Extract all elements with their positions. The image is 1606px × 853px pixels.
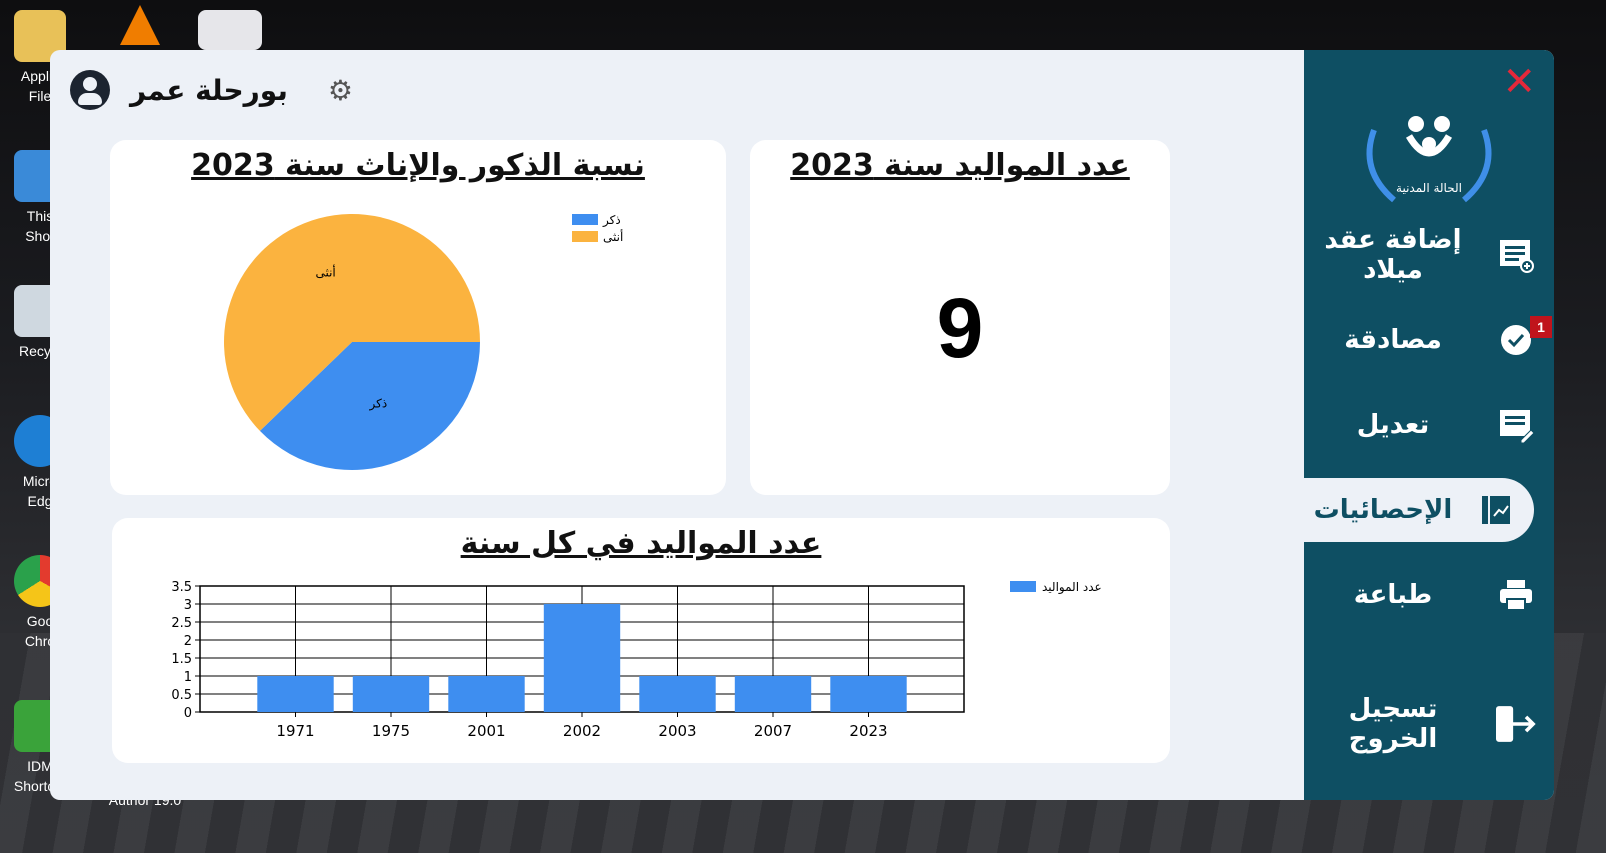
statistics-icon: [1476, 490, 1516, 530]
births-count-title: عدد المواليد سنة 2023: [790, 148, 1130, 183]
legend-swatch: [1010, 581, 1036, 592]
x-tick-label: 2003: [658, 722, 696, 740]
y-tick-label: 3.5: [171, 580, 192, 595]
births-count-value: 9: [936, 281, 984, 375]
edit-document-icon: [1496, 405, 1536, 445]
x-tick-label: 2002: [563, 722, 601, 740]
legend-swatch: [572, 231, 598, 242]
sidebar-item-label: طباعة: [1353, 580, 1433, 610]
bar: [543, 604, 621, 712]
x-tick-label: 2007: [754, 722, 792, 740]
births-bar-chart: 0 0.5 1 1.5 2 2.5 3 3.5 1971 1975 2001 2002 2003 2007…: [171, 580, 1102, 740]
y-tick-label: 2.5: [171, 616, 192, 631]
bar: [830, 676, 907, 712]
main-panel: بورحلة عمر ⚙ نسبة الذكور والإناث سنة 202…: [50, 50, 1304, 800]
sidebar-item-label: تعديل: [1356, 410, 1430, 440]
pie-slice-label: أنثى: [315, 265, 335, 280]
sidebar-item-add-birth[interactable]: إضافة عقد ميلاد: [1304, 223, 1554, 287]
x-tick-label: 1971: [276, 722, 314, 740]
sidebar-item-label: إضافة عقد ميلاد: [1324, 225, 1462, 285]
sidebar-item-print[interactable]: طباعة: [1304, 563, 1554, 627]
civil-status-logo: الحالة المدنية: [1366, 116, 1492, 203]
y-tick-label: 0.5: [171, 688, 192, 703]
sidebar-item-logout[interactable]: تسجيل الخروج: [1304, 692, 1554, 756]
notification-badge: 1: [1530, 316, 1552, 338]
user-name: بورحلة عمر: [130, 73, 288, 107]
x-tick-label: 2001: [467, 722, 505, 740]
sidebar-item-edit[interactable]: تعديل: [1304, 393, 1554, 457]
add-document-icon: [1496, 235, 1536, 275]
y-tick-label: 1: [184, 670, 192, 685]
pie-slice-label: ذكر: [369, 396, 388, 411]
printer-icon: [1496, 575, 1536, 615]
births-count-card: عدد المواليد سنة 2023 9: [750, 140, 1170, 495]
bar: [639, 676, 716, 712]
legend-label: أنثى: [603, 229, 623, 244]
y-tick-label: 1.5: [171, 652, 192, 667]
bar: [257, 676, 334, 712]
x-tick-label: 1975: [372, 722, 410, 740]
bar: [448, 676, 525, 712]
y-tick-label: 0: [184, 706, 192, 721]
sidebar: ✕ الحالة المدنية إضافة عقد ميلاد 1 مصادق…: [1304, 50, 1554, 800]
sidebar-item-verification[interactable]: 1 مصادقة: [1304, 308, 1554, 372]
gender-ratio-card: نسبة الذكور والإناث سنة 2023 ذكر أنثى ذكر أ…: [110, 140, 726, 495]
y-tick-label: 2: [184, 634, 192, 649]
sidebar-item-statistics[interactable]: الإحصائيات: [1304, 478, 1534, 542]
legend-label: ذكر: [602, 213, 621, 228]
sidebar-item-label: تسجيل الخروج: [1348, 694, 1438, 754]
legend-swatch: [572, 214, 598, 225]
logo-text: الحالة المدنية: [1396, 181, 1462, 195]
gear-icon[interactable]: ⚙: [328, 74, 353, 107]
x-tick-label: 2023: [849, 722, 887, 740]
y-tick-label: 3: [184, 598, 192, 613]
gender-pie-chart: ذكرأنثىذكرأنثى: [224, 213, 623, 470]
bar: [352, 676, 430, 712]
logout-icon: [1496, 704, 1536, 744]
vlc-icon[interactable]: [120, 5, 160, 45]
births-per-year-card: عدد المواليد في كل سنة 0 0.5 1 1.5 2 2.5 3 3.5 1…: [112, 518, 1170, 763]
legend-label: عدد المواليد: [1042, 580, 1102, 595]
bar: [734, 676, 812, 712]
user-bar: بورحلة عمر ⚙: [70, 62, 353, 118]
sidebar-item-label: مصادقة: [1344, 325, 1442, 355]
app-shortcut-icon[interactable]: [198, 10, 262, 50]
close-icon[interactable]: ✕: [1502, 62, 1536, 102]
user-avatar-icon[interactable]: [70, 70, 110, 110]
app-window: بورحلة عمر ⚙ نسبة الذكور والإناث سنة 202…: [50, 50, 1554, 800]
sidebar-item-label: الإحصائيات: [1313, 495, 1453, 525]
